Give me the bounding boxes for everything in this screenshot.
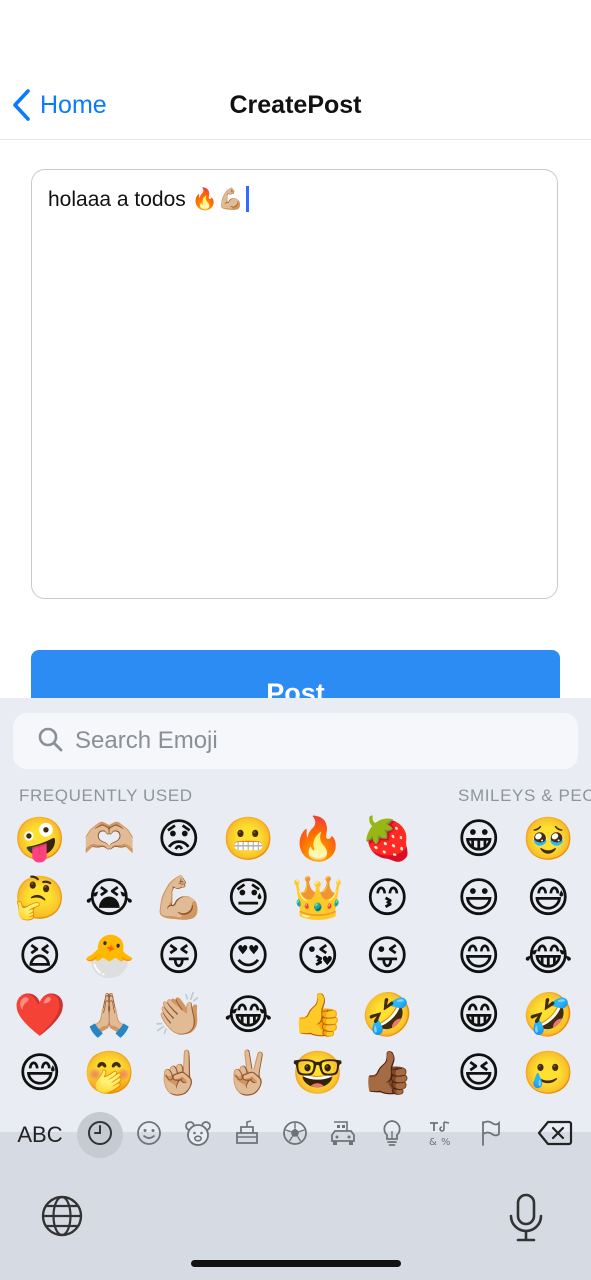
emoji-key[interactable]: 🤓 (283, 1044, 353, 1103)
emoji-key[interactable]: 🔥 (283, 810, 353, 869)
food-icon (233, 1119, 261, 1152)
emoji-key[interactable]: 😜 (353, 927, 423, 986)
flag-icon (478, 1119, 502, 1152)
emoji-key[interactable]: 😓 (214, 869, 284, 928)
section-label-smileys-people: SMILEYS & PEOPLE (458, 786, 591, 805)
category-recent[interactable] (77, 1112, 123, 1158)
emoji-key[interactable]: 😙 (353, 869, 423, 928)
emoji-key[interactable]: 😄 (444, 927, 514, 986)
emoji-key[interactable]: 😂 (214, 986, 284, 1045)
emoji-key[interactable]: 😂 (514, 927, 584, 986)
emoji-key[interactable]: 👏🏼 (144, 986, 214, 1045)
soccer-ball-icon (282, 1120, 308, 1151)
emoji-search-field[interactable] (13, 713, 578, 769)
text-cursor (245, 186, 249, 212)
emoji-key[interactable]: 😍 (214, 927, 284, 986)
category-travel[interactable] (320, 1112, 366, 1158)
abc-key[interactable]: ABC (10, 1112, 70, 1158)
clock-icon (86, 1119, 114, 1152)
emoji-key[interactable]: 😆 (444, 1044, 514, 1103)
emoji-keyboard: FREQUENTLY USED SMILEYS & PEOPLE 🤪🤔😫❤️😅🫶… (0, 698, 591, 1280)
category-activity[interactable] (272, 1112, 318, 1158)
emoji-key[interactable]: 🥲 (514, 1044, 584, 1103)
emoji-key[interactable]: 😘 (283, 927, 353, 986)
emoji-key[interactable]: ☝🏼 (144, 1044, 214, 1103)
emoji-key[interactable]: 🫶🏼 (75, 810, 145, 869)
emoji-key[interactable]: 😬 (214, 810, 284, 869)
emoji-key[interactable]: ❤️ (5, 986, 75, 1045)
emoji-search-input[interactable] (73, 726, 557, 756)
dictation-key[interactable] (505, 1192, 547, 1244)
globe-icon (40, 1195, 84, 1242)
emoji-key[interactable]: 👍🏾 (353, 1044, 423, 1103)
emoji-key[interactable]: 😅 (514, 869, 584, 928)
emoji-key[interactable]: 😅 (5, 1044, 75, 1103)
category-symbols[interactable]: &% (418, 1112, 464, 1158)
globe-key[interactable] (40, 1194, 90, 1244)
emoji-key[interactable]: 😃 (444, 869, 514, 928)
emoji-key[interactable]: 🐣 (75, 927, 145, 986)
emoji-panel: FREQUENTLY USED SMILEYS & PEOPLE 🤪🤔😫❤️😅🫶… (0, 698, 591, 1132)
svg-text:&: & (429, 1137, 437, 1147)
delete-key[interactable] (530, 1112, 580, 1158)
emoji-key[interactable]: 🥹 (514, 810, 584, 869)
category-objects[interactable] (369, 1112, 415, 1158)
emoji-key[interactable]: 👍 (283, 986, 353, 1045)
category-food[interactable] (224, 1112, 270, 1158)
emoji-key[interactable]: 😁 (444, 986, 514, 1045)
emoji-key[interactable]: 🍓 (353, 810, 423, 869)
car-icon (329, 1119, 357, 1152)
emoji-grid-smileys-people: 😀 😃 😄 😁 😆 🥹 😅 😂 🤣 🥲 (444, 810, 583, 1103)
emoji-key[interactable]: 😝 (144, 927, 214, 986)
emoji-key[interactable]: 🤣 (353, 986, 423, 1045)
symbols-icon: &% (427, 1119, 455, 1152)
emoji-key[interactable]: 🤣 (514, 986, 584, 1045)
emoji-key[interactable]: 😟 (144, 810, 214, 869)
category-flags[interactable] (467, 1112, 513, 1158)
category-animals[interactable] (175, 1112, 221, 1158)
emoji-key[interactable]: 😭 (75, 869, 145, 928)
page-title: CreatePost (229, 91, 362, 119)
emoji-key[interactable]: ✌🏼 (214, 1044, 284, 1103)
emoji-key[interactable]: 💪🏼 (144, 869, 214, 928)
navigation-bar: Home CreatePost (0, 0, 591, 140)
emoji-key[interactable]: 🙏🏼 (75, 986, 145, 1045)
svg-text:%: % (441, 1137, 451, 1147)
post-text-input[interactable]: holaaa a todos 🔥💪🏼 (31, 169, 558, 599)
search-icon (37, 726, 63, 757)
emoji-key[interactable]: 🤔 (5, 869, 75, 928)
emoji-key[interactable]: 🤭 (75, 1044, 145, 1103)
bear-icon (184, 1120, 212, 1151)
emoji-category-bar: ABC & % (0, 1110, 591, 1160)
emoji-key[interactable]: 🤪 (5, 810, 75, 869)
delete-backspace-icon (537, 1119, 573, 1152)
section-label-frequently-used: FREQUENTLY USED (19, 786, 193, 805)
post-text-value: holaaa a todos 🔥💪🏼 (48, 188, 244, 211)
smiley-icon (136, 1120, 162, 1151)
emoji-key[interactable]: 😫 (5, 927, 75, 986)
emoji-key[interactable]: 😀 (444, 810, 514, 869)
lightbulb-icon (380, 1119, 404, 1152)
microphone-icon (505, 1193, 547, 1248)
emoji-grid-frequently-used: 🤪 🤔 😫 ❤️ 😅 🫶🏼 😭 🐣 🙏🏼 🤭 😟 💪🏼 😝 👏🏼 ☝🏼 😬 😓 😍 😂 ✌🏼 🔥 👑 😘 👍 🤓 🍓 😙 😜 🤣 👍🏾 (5, 810, 422, 1103)
category-smileys[interactable] (126, 1112, 172, 1158)
emoji-key[interactable]: 👑 (283, 869, 353, 928)
home-indicator (191, 1260, 401, 1267)
